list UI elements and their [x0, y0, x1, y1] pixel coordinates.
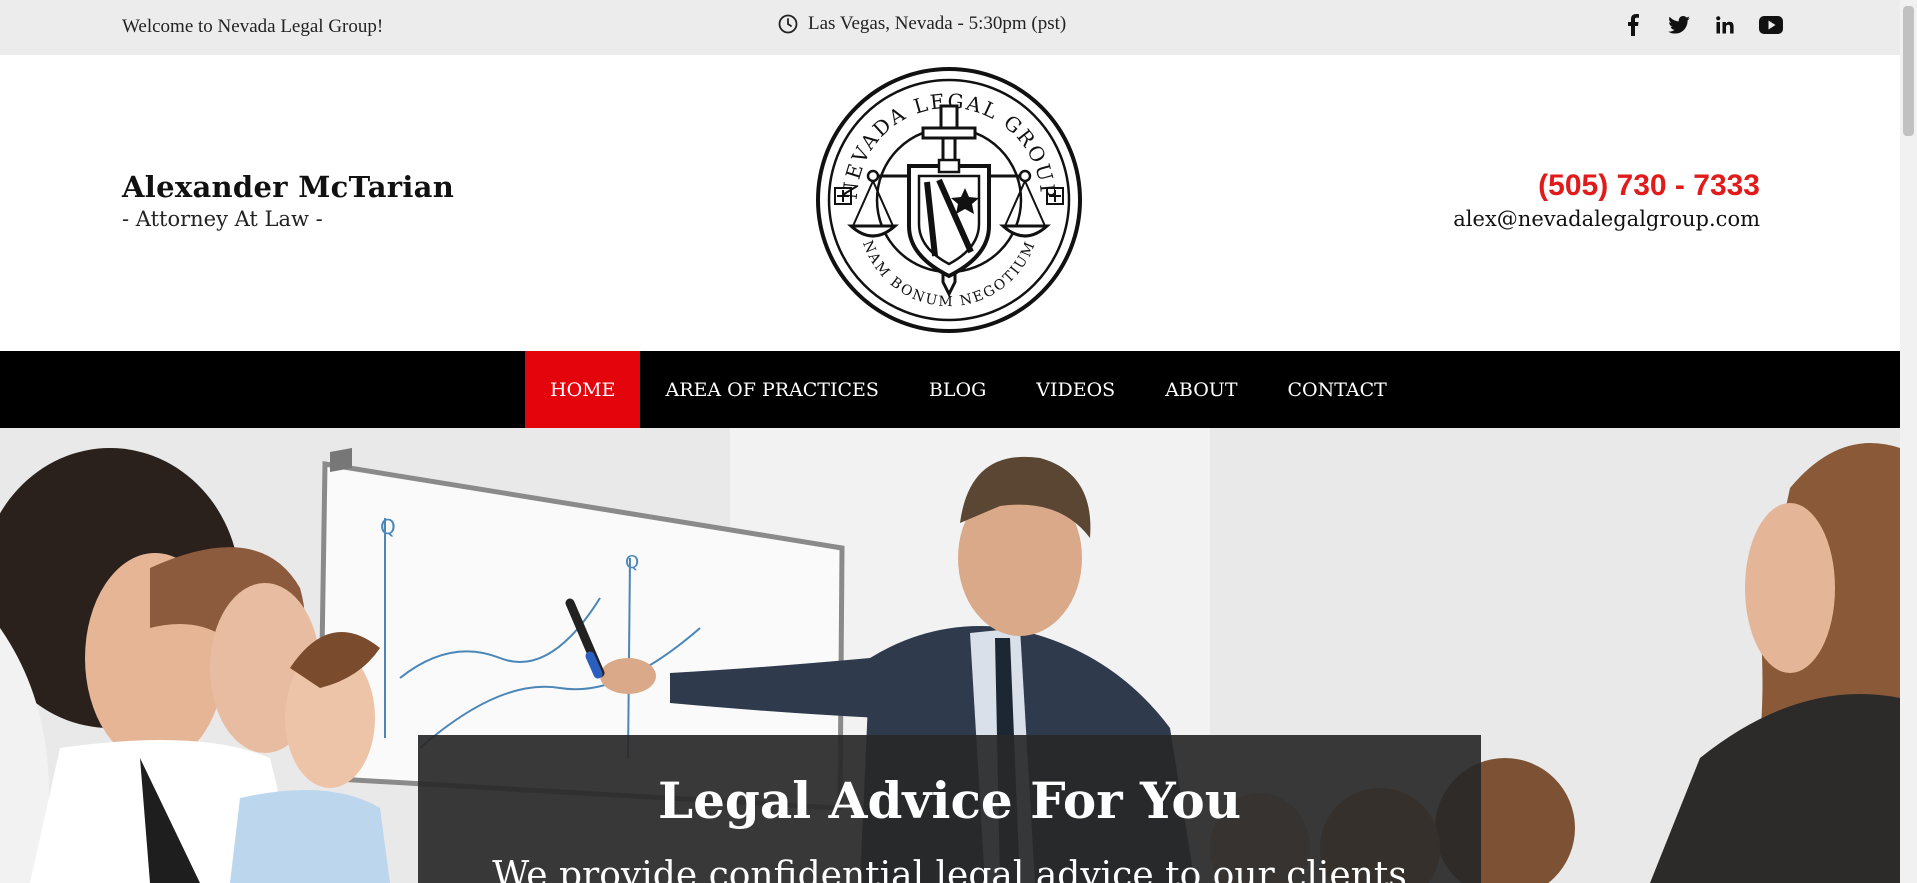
nav-item-blog[interactable]: BLOG: [904, 351, 1011, 428]
scrollbar-thumb[interactable]: [1903, 6, 1914, 136]
nav-item-home[interactable]: HOME: [525, 351, 641, 428]
social-links: [1610, 12, 1794, 38]
main-navigation: HOME AREA OF PRACTICES BLOG VIDEOS ABOUT…: [0, 351, 1900, 428]
location-info: Las Vegas, Nevada - 5:30pm (pst): [778, 13, 1066, 35]
youtube-icon[interactable]: [1748, 12, 1794, 38]
linkedin-icon[interactable]: [1702, 12, 1748, 38]
nav-item-about[interactable]: ABOUT: [1140, 351, 1262, 428]
attorney-title: - Attorney At Law -: [122, 207, 323, 231]
location-text: Las Vegas, Nevada - 5:30pm (pst): [808, 13, 1067, 34]
hero-subheading: We provide confidential legal advice to …: [492, 855, 1407, 883]
phone-number[interactable]: (505) 730 - 7333: [1538, 169, 1760, 203]
welcome-text: Welcome to Nevada Legal Group!: [122, 16, 384, 37]
svg-text:Q: Q: [625, 552, 639, 573]
twitter-icon[interactable]: [1656, 12, 1702, 38]
nav-item-contact[interactable]: CONTACT: [1263, 351, 1412, 428]
email-address[interactable]: alex@nevadalegalgroup.com: [1453, 207, 1760, 231]
hero-caption: Legal Advice For You We provide confiden…: [418, 735, 1481, 883]
clock-icon: [778, 14, 798, 34]
site-header: Alexander McTarian - Attorney At Law - N…: [0, 55, 1900, 351]
svg-text:Q: Q: [380, 515, 396, 539]
nav-item-area-of-practices[interactable]: AREA OF PRACTICES: [640, 351, 903, 428]
page-scrollbar[interactable]: [1900, 0, 1917, 883]
top-bar: Welcome to Nevada Legal Group! Las Vegas…: [0, 0, 1900, 55]
nav-item-videos[interactable]: VIDEOS: [1011, 351, 1140, 428]
facebook-icon[interactable]: [1610, 12, 1656, 38]
site-logo[interactable]: NEVADA LEGAL GROUP NAM BONUM NEGOTIUM: [815, 66, 1083, 334]
attorney-name: Alexander McTarian: [122, 170, 455, 204]
hero-heading: Legal Advice For You: [657, 771, 1242, 830]
